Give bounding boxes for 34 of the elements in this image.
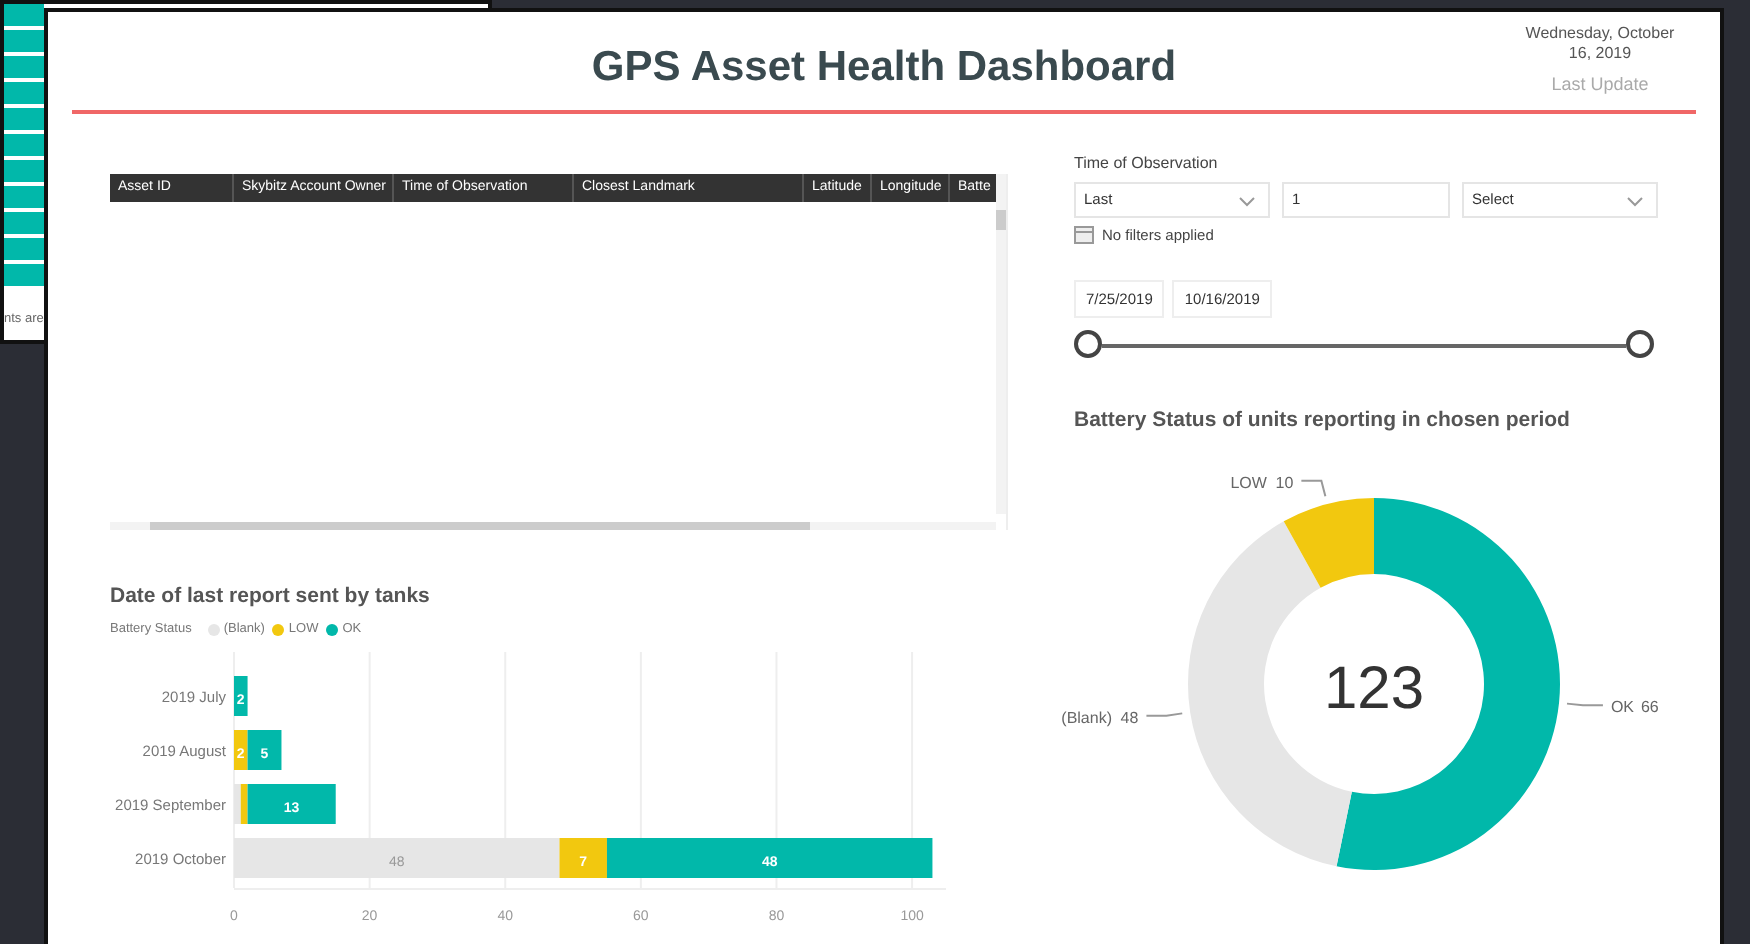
calendar-icon [1074,226,1094,244]
bar-row [4,4,44,26]
bar-row [4,186,44,208]
bar-row [4,56,44,78]
bar-row [4,30,44,52]
bar-row [4,212,44,234]
leader-line [1300,479,1327,498]
chevron-icon [1626,196,1644,208]
slider-handle[interactable] [1626,330,1654,358]
slice-label: OK [1610,698,1635,717]
bar-row [4,82,44,104]
slice-label: (Blank) [1061,708,1112,727]
total-count: 123 [1323,656,1425,722]
chart-title: Date of last report sent by tanks [110,584,432,608]
bar-row [4,108,44,130]
chart-title: Battery Status of units reporting in chosen period [1074,408,1572,432]
slice-label: LOW [1230,473,1267,492]
slice-value: 66 [1640,698,1659,717]
leader-line [1145,712,1184,717]
bar-row [4,264,44,286]
leader-line [1566,702,1604,707]
slider-handle[interactable] [1074,330,1102,358]
slice-value: 48 [1120,708,1139,727]
bar-row [4,160,44,182]
horizontal-scrollbar[interactable] [110,522,996,530]
bar-row [4,134,44,156]
slice-value: 10 [1275,473,1294,492]
update-date: Wednesday, October 16, 2019 [1523,24,1677,64]
slicer-label: Time of Observation [1074,154,1220,172]
bar-row [4,238,44,260]
chevron-icon [1238,196,1256,208]
dashboard-title: GPS Asset Health Dashboard [589,44,1179,92]
vertical-scrollbar[interactable] [996,174,1006,514]
update-caption: Last Update [1549,74,1651,94]
